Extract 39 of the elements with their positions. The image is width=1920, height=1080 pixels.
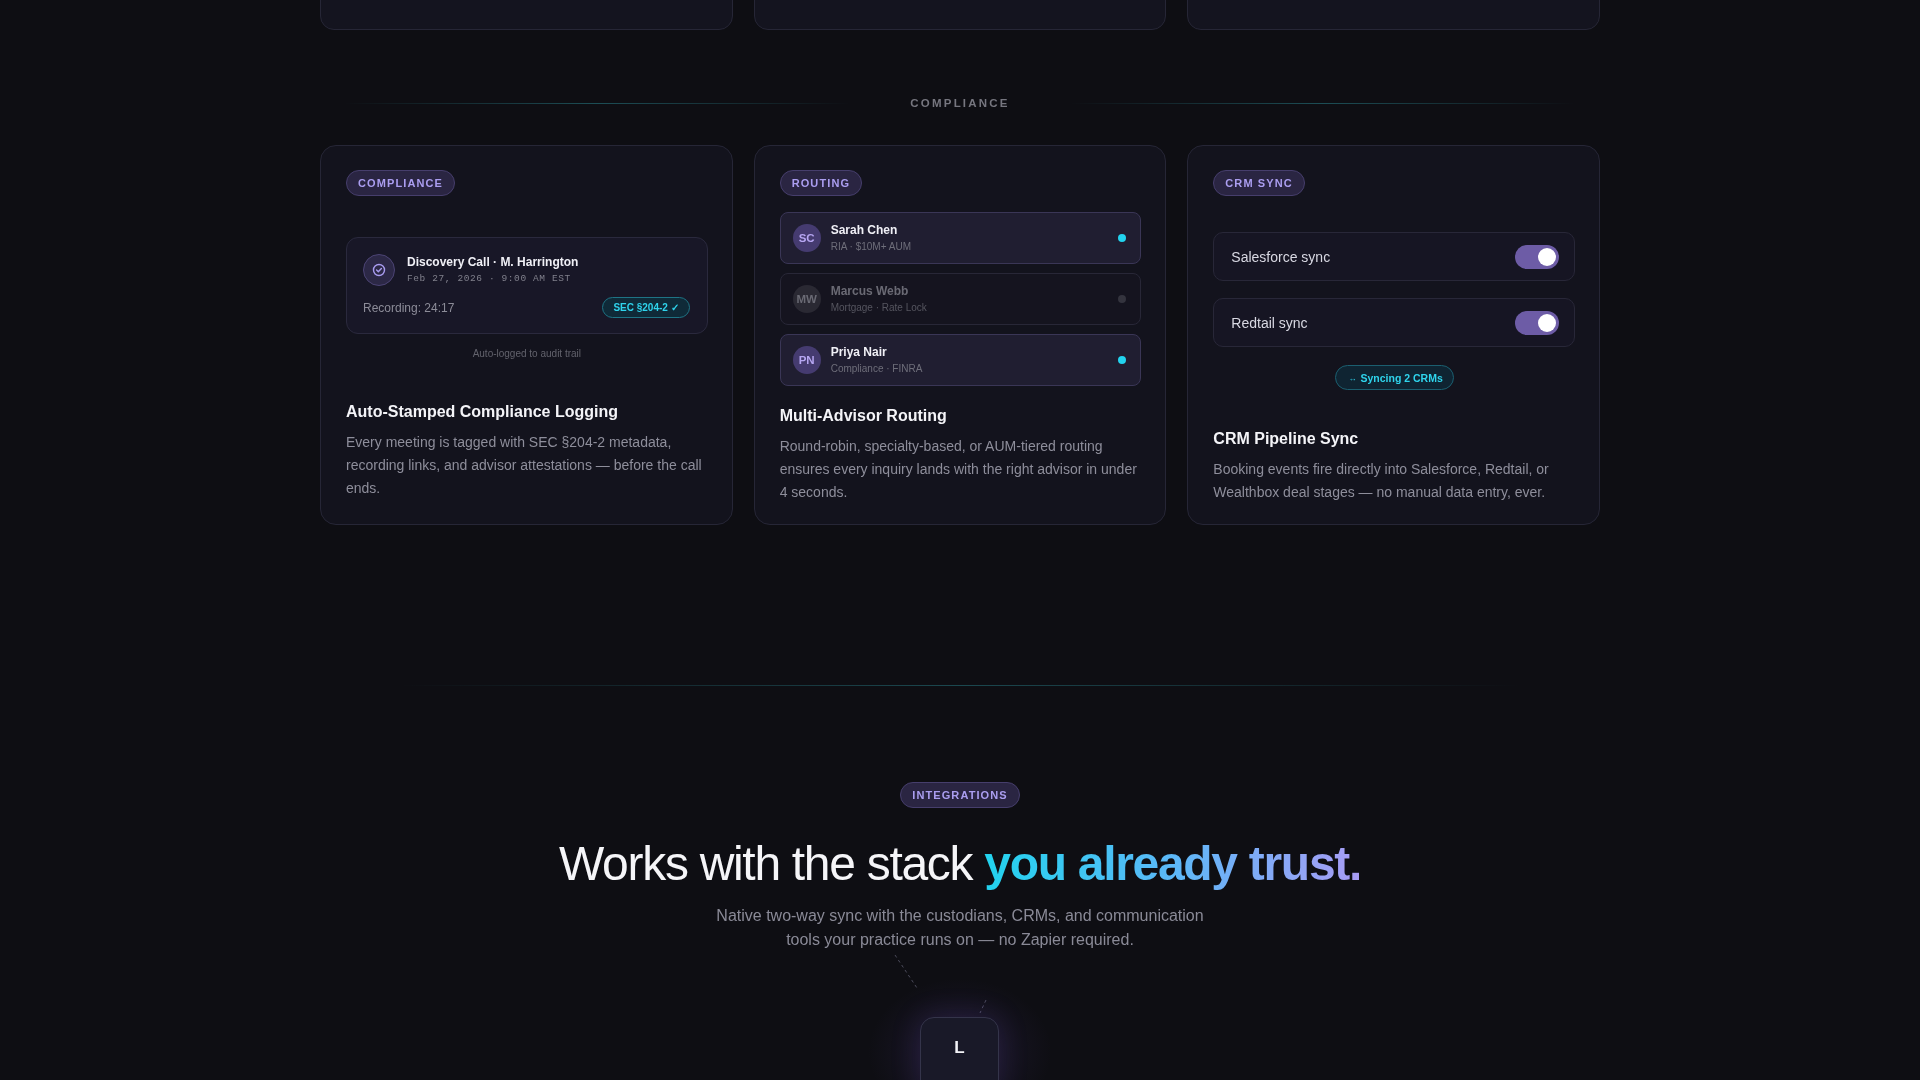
card-description: Round-robin, specialty-based, or AUM-tiered routing ensures every inquiry lands with the right advisor in under 4 seconds. [779, 437, 1138, 502]
advisor-name: Marcus Webb [830, 284, 910, 299]
advisor-row[interactable]: PN Priya Nair Compliance · FINRA [779, 334, 1142, 386]
section-headline: Works with the stack you already trust. [559, 836, 1361, 892]
setting-label: Redtail sync [1231, 314, 1308, 331]
card-title: Multi-Advisor Routing [779, 406, 948, 426]
setting-label: Salesforce sync [1231, 248, 1331, 265]
card-description: Booking events fire directly into Salesforce, Redtail, or Wealthbox deal stages — no manual data entry, ever. [1213, 460, 1550, 502]
card-title: CRM Pipeline Sync [1213, 429, 1360, 449]
advisor-row[interactable]: SC Sarah Chen RIA · $10M+ AUM [779, 212, 1142, 264]
card-description: Every meeting is tagged with SEC §204-2 metadata, recording links, and advisor attestations — before the call ends. [346, 433, 703, 498]
section-badge: INTEGRATIONS [900, 782, 1020, 808]
advisor-detail: Compliance · FINRA [830, 362, 924, 375]
category-badge: ROUTING [779, 170, 863, 196]
hub-node: L [920, 1017, 999, 1080]
avatar-initials: PN [792, 346, 821, 374]
toggle-switch[interactable] [1515, 310, 1559, 335]
audit-caption: Auto-logged to audit trail [472, 348, 582, 359]
sync-status-text: Syncing 2 CRMs [1360, 371, 1443, 384]
sync-arrows-icon: ↔ [1348, 372, 1357, 383]
advisor-detail: Mortgage · Rate Lock [830, 301, 928, 314]
avatar-initials: MW [792, 285, 821, 313]
advisor-name: Priya Nair [830, 345, 888, 360]
toggle-switch[interactable] [1515, 244, 1559, 269]
log-timestamp: Feb 27, 2026 · 9:00 AM EST [407, 272, 572, 285]
section-label: COMPLIANCE [910, 96, 1010, 111]
compliance-tag: SEC §204-2 ✓ [602, 297, 690, 318]
avatar-initials: SC [792, 224, 821, 252]
log-title: Discovery Call · M. Harrington [407, 255, 579, 270]
section-subtitle: Native two-way sync with the custodians, CRMs, and communication tools your practice runs on — no Zapier required. [715, 906, 1205, 950]
recording-duration: Recording: 24:17 [363, 300, 455, 315]
category-badge: CRM SYNC [1213, 170, 1305, 196]
card-title: Auto-Stamped Compliance Logging [346, 402, 619, 422]
connector-line [979, 999, 987, 1014]
check-circle-icon [363, 254, 395, 286]
category-badge: COMPLIANCE [346, 170, 455, 196]
advisor-name: Sarah Chen [830, 223, 899, 238]
advisor-detail: RIA · $10M+ AUM [830, 240, 912, 253]
connector-line [894, 954, 918, 989]
